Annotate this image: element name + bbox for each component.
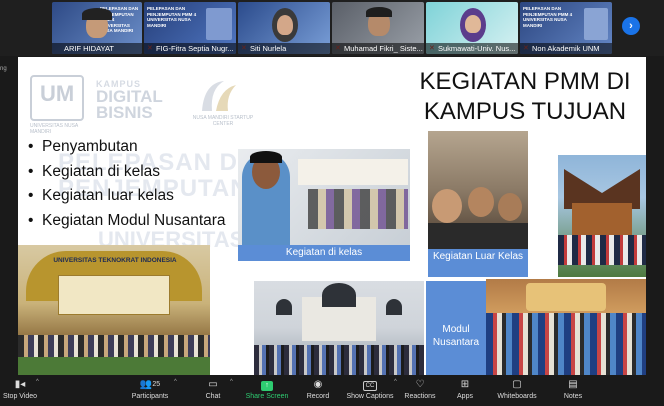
participant-name: Siti Nurlela: [238, 43, 330, 54]
bullet-item: Penyambutan: [28, 135, 226, 160]
label-kegiatan-di-kelas: Kegiatan di kelas: [238, 245, 410, 261]
chat-icon: ▭: [208, 379, 218, 390]
apps-grid-icon: ⊞: [460, 379, 470, 390]
share-screen-icon: ↑: [261, 381, 273, 391]
nusa-mandiri-logo: [202, 81, 236, 111]
participant-strip: PELEPASAN DAN PENJEMPUTAN PMM 4 UNIVERSI…: [0, 0, 664, 56]
participant-count: 25: [152, 381, 161, 388]
photo-classroom: [238, 149, 410, 245]
participant-name: Non Akademik UNM: [520, 43, 612, 54]
whiteboard-icon: ▢: [512, 379, 522, 390]
show-captions-button[interactable]: CC Show Captions ^: [344, 375, 396, 406]
label-kegiatan-luar-kelas: Kegiatan Luar Kelas: [428, 249, 528, 277]
bullet-list: Penyambutan Kegiatan di kelas Kegiatan l…: [28, 135, 226, 233]
chevron-right-icon: ›: [629, 20, 633, 32]
next-participants-button[interactable]: ›: [622, 17, 640, 35]
participant-tile[interactable]: ✕ Sukmawati-Univ. Nus...: [426, 2, 518, 54]
participant-tile[interactable]: PELEPASAN DAN PENJEMPUTAN PMM 4 UNIVERSI…: [520, 2, 612, 54]
meeting-toolbar: ▮◂ Stop Video ^ 👥25 Participants ^ ▭ Cha…: [0, 375, 664, 406]
stop-video-button[interactable]: ▮◂ Stop Video ^: [0, 375, 40, 406]
apps-button[interactable]: ⊞ Apps: [452, 375, 478, 406]
participant-tile[interactable]: ✕ Muhamad Fikri_ Siste...: [332, 2, 424, 54]
record-icon: ◉: [313, 379, 323, 390]
participant-name: Sukmawati-Univ. Nus...: [426, 43, 518, 54]
whiteboards-button[interactable]: ▢ Whiteboards: [494, 375, 540, 406]
record-button[interactable]: ◉ Record: [302, 375, 334, 406]
bullet-item: Kegiatan Modul Nusantara: [28, 209, 226, 234]
video-camera-icon: ▮◂: [14, 379, 26, 390]
share-screen-button[interactable]: ↑ Share Screen: [244, 375, 290, 406]
photo-mosque: [254, 281, 424, 375]
participant-tile[interactable]: PELEPASAN DAN PENJEMPUTAN PMM 4 UNIVERSI…: [144, 2, 236, 54]
bullet-item: Kegiatan luar kelas: [28, 184, 226, 209]
unm-logo-caption: UNIVERSITAS NUSA MANDIRI: [30, 123, 78, 135]
kampus-digital-bisnis-logo: KAMPUS DIGITAL BISNIS: [96, 79, 163, 122]
notes-button[interactable]: ▤ Notes: [560, 375, 586, 406]
people-icon: 👥: [139, 379, 153, 390]
thumb-slide-text: PELEPASAN DAN PENJEMPUTAN PMM 4 UNIVERSI…: [147, 6, 197, 28]
slide-title: KEGIATAN PMM DI KAMPUS TUJUAN: [419, 68, 631, 125]
participants-button[interactable]: 👥25 Participants ^: [122, 375, 178, 406]
side-text: ng: [0, 66, 7, 72]
label-modul-nusantara: Modul Nusantara: [426, 281, 486, 375]
banner-text: UNIVERSITAS TEKNOKRAT INDONESIA: [53, 257, 177, 264]
photo-outdoor-activity: [428, 131, 528, 249]
chevron-up-icon[interactable]: ^: [394, 379, 397, 385]
participant-name: ARIF HIDAYAT: [52, 43, 142, 54]
participant-name: FIG-Fitra Septia Nugr...: [144, 43, 236, 54]
photo-traditional-house: [558, 155, 646, 277]
photo-welcome-ceremony: UNIVERSITAS TEKNOKRAT INDONESIA: [18, 245, 210, 375]
photo-group-modul-nusantara: [486, 279, 646, 375]
chevron-up-icon[interactable]: ^: [174, 379, 177, 385]
smiley-heart-icon: ♡: [415, 379, 425, 390]
captions-icon: CC: [362, 381, 378, 391]
thumb-slide-text: PELEPASAN DAN PENJEMPUTAN PMM 4 UNIVERSI…: [523, 6, 573, 28]
chevron-up-icon[interactable]: ^: [36, 379, 39, 385]
notes-icon: ▤: [568, 379, 578, 390]
unm-logo: UM: [30, 75, 84, 121]
participant-tile[interactable]: ✕ Siti Nurlela: [238, 2, 330, 54]
reactions-button[interactable]: ♡ Reactions: [402, 375, 438, 406]
nusa-mandiri-caption: NUSA MANDIRI STARTUP CENTER: [192, 115, 254, 127]
chevron-up-icon[interactable]: ^: [230, 379, 233, 385]
bullet-item: Kegiatan di kelas: [28, 160, 226, 185]
participant-name: Muhamad Fikri_ Siste...: [332, 43, 424, 54]
shared-slide: PELEPASAN DAN PENJEMPUTAN UNIVERSITAS UM…: [18, 57, 646, 375]
chat-button[interactable]: ▭ Chat ^: [196, 375, 233, 406]
participant-tile[interactable]: PELEPASAN DAN PENJEMPUTAN PMM 4 UNIVERSI…: [52, 2, 142, 54]
